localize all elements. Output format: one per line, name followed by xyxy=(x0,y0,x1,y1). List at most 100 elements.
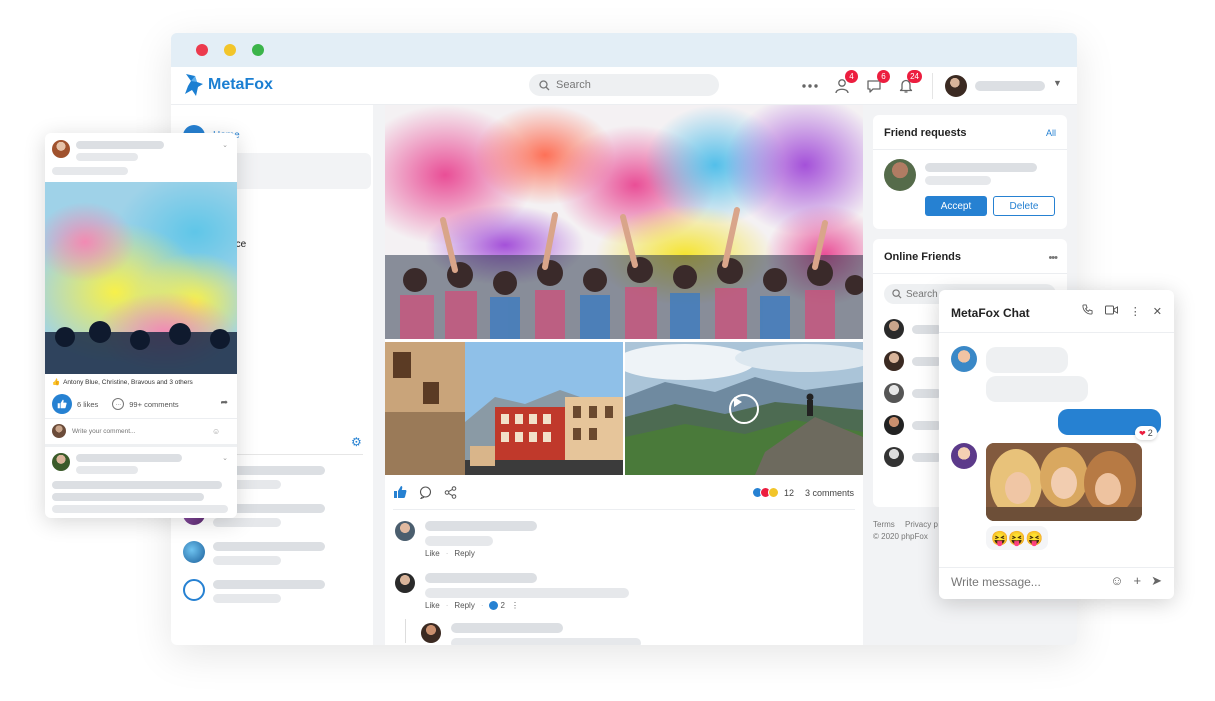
window-close-dot[interactable] xyxy=(196,44,208,56)
card-divider xyxy=(873,149,1067,150)
see-all-link[interactable]: All xyxy=(1046,128,1056,138)
likes-count[interactable]: 6 likes xyxy=(77,400,98,409)
comment-input[interactable] xyxy=(72,427,212,435)
friend-name-placeholder xyxy=(912,421,942,430)
chevron-down-icon[interactable]: ⌄ xyxy=(222,454,228,462)
feed-post: 12 3 comments Like · Reply Like · Reply … xyxy=(385,105,863,645)
more-vertical-icon[interactable]: ⋮ xyxy=(1130,305,1141,318)
window-maximize-dot[interactable] xyxy=(252,44,264,56)
like-button[interactable] xyxy=(393,485,407,499)
notifications-button[interactable]: 24 xyxy=(897,70,922,95)
color-powder-photo xyxy=(45,182,237,374)
group-row[interactable] xyxy=(183,539,373,569)
post-photo-town[interactable] xyxy=(385,342,623,475)
more-vertical-icon[interactable]: ⋮ xyxy=(511,601,519,610)
privacy-link[interactable]: Privacy p xyxy=(905,520,938,529)
comment-reaction-count: 2 xyxy=(500,601,505,610)
search-input[interactable] xyxy=(556,79,706,91)
messages-badge: 6 xyxy=(877,70,890,83)
post-author-avatar[interactable] xyxy=(52,453,70,471)
chevron-down-icon[interactable]: ⌄ xyxy=(222,141,228,149)
close-icon[interactable]: ✕ xyxy=(1153,305,1162,318)
comment-like-link[interactable]: Like xyxy=(425,549,440,558)
video-call-icon[interactable] xyxy=(1104,305,1118,318)
mobile-post-photo[interactable] xyxy=(45,182,237,374)
comments-count[interactable]: 99+ comments xyxy=(129,400,178,409)
online-friend-row[interactable] xyxy=(884,383,944,405)
friends-button[interactable]: 4 xyxy=(833,70,858,95)
comment-reactions[interactable]: 2 xyxy=(489,601,505,610)
share-button[interactable] xyxy=(444,485,457,499)
online-friend-row[interactable] xyxy=(884,415,944,437)
header-divider xyxy=(932,73,933,99)
search-box[interactable] xyxy=(529,74,719,96)
requester-name-placeholder xyxy=(925,163,1037,172)
likers-text: Antony Blue, Christine, Bravous and 3 ot… xyxy=(63,378,193,386)
post-author-avatar[interactable] xyxy=(52,140,70,158)
post-likers[interactable]: 👍 Antony Blue, Christine, Bravous and 3 … xyxy=(52,378,193,387)
commenter-avatar[interactable] xyxy=(395,521,415,541)
post-text-placeholder xyxy=(52,481,222,489)
friend-requests-title: Friend requests xyxy=(884,127,967,139)
post-author-placeholder xyxy=(76,454,182,462)
phone-icon[interactable] xyxy=(1082,304,1093,318)
window-minimize-dot[interactable] xyxy=(224,44,236,56)
comment-author-placeholder xyxy=(425,521,537,531)
online-friend-row[interactable] xyxy=(884,319,944,341)
friend-avatar xyxy=(884,447,904,467)
comment-reply-link[interactable]: Reply xyxy=(454,601,474,610)
chat-message-input[interactable] xyxy=(951,575,1091,589)
chat-partner-avatar[interactable] xyxy=(951,346,977,372)
commenter-avatar[interactable] xyxy=(395,573,415,593)
post-actions xyxy=(393,485,457,499)
town-photo xyxy=(385,342,623,475)
user-name-placeholder[interactable] xyxy=(975,81,1045,91)
friends-photo xyxy=(986,443,1142,521)
messages-button[interactable]: 6 xyxy=(865,70,890,95)
emoji-icon[interactable]: ☺ xyxy=(212,427,220,436)
group-meta-placeholder xyxy=(213,556,281,565)
chat-header-divider xyxy=(939,332,1174,333)
comment-button[interactable] xyxy=(419,485,432,499)
message-reaction[interactable]: ❤ 2 xyxy=(1135,426,1157,440)
comment-like-link[interactable]: Like xyxy=(425,601,440,610)
comment-reply-link[interactable]: Reply xyxy=(454,549,474,558)
comment-icon[interactable]: … xyxy=(112,398,125,410)
app-logo[interactable]: MetaFox xyxy=(183,72,273,98)
chat-photo-message[interactable] xyxy=(986,443,1142,521)
message-reaction-count: 2 xyxy=(1147,428,1153,438)
reply-item xyxy=(405,619,881,645)
play-button[interactable] xyxy=(729,394,759,424)
post-photo-main[interactable] xyxy=(385,105,863,339)
plus-icon[interactable]: + xyxy=(1134,573,1142,589)
delete-button[interactable]: Delete xyxy=(993,196,1055,216)
post-video[interactable] xyxy=(625,342,863,475)
online-friend-row[interactable] xyxy=(884,447,944,469)
comment-item: Like · Reply · 2 ⋮ xyxy=(395,573,855,613)
comment-meta: Like · Reply xyxy=(425,549,475,558)
requester-avatar[interactable] xyxy=(884,159,916,191)
emoji-icon[interactable]: ☺ xyxy=(1110,573,1123,589)
incoming-message xyxy=(986,347,1068,373)
like-button[interactable] xyxy=(52,394,72,414)
accept-button[interactable]: Accept xyxy=(925,196,987,216)
terms-link[interactable]: Terms xyxy=(873,520,895,529)
group-row[interactable] xyxy=(183,577,373,607)
send-icon[interactable]: ➤ xyxy=(1151,573,1162,589)
chevron-down-icon[interactable]: ▼ xyxy=(1053,78,1062,88)
user-avatar[interactable] xyxy=(945,75,967,97)
commenter-avatar[interactable] xyxy=(421,623,441,643)
app-name: MetaFox xyxy=(208,76,273,93)
comments-count[interactable]: 3 comments xyxy=(805,488,854,498)
online-friend-row[interactable] xyxy=(884,351,944,373)
more-horizontal-icon[interactable] xyxy=(801,77,819,95)
online-friends-search-placeholder: Search xyxy=(906,288,938,300)
reaction-summary[interactable]: 12 3 comments xyxy=(752,487,854,498)
app-header: MetaFox 4 6 xyxy=(171,67,1077,105)
more-horizontal-icon[interactable]: ••• xyxy=(1048,252,1058,264)
gear-icon[interactable]: ⚙ xyxy=(351,435,362,449)
chat-partner-avatar[interactable] xyxy=(951,443,977,469)
meta-separator: · xyxy=(445,601,449,610)
share-icon[interactable]: ➦ xyxy=(220,397,228,408)
search-icon xyxy=(539,79,550,90)
